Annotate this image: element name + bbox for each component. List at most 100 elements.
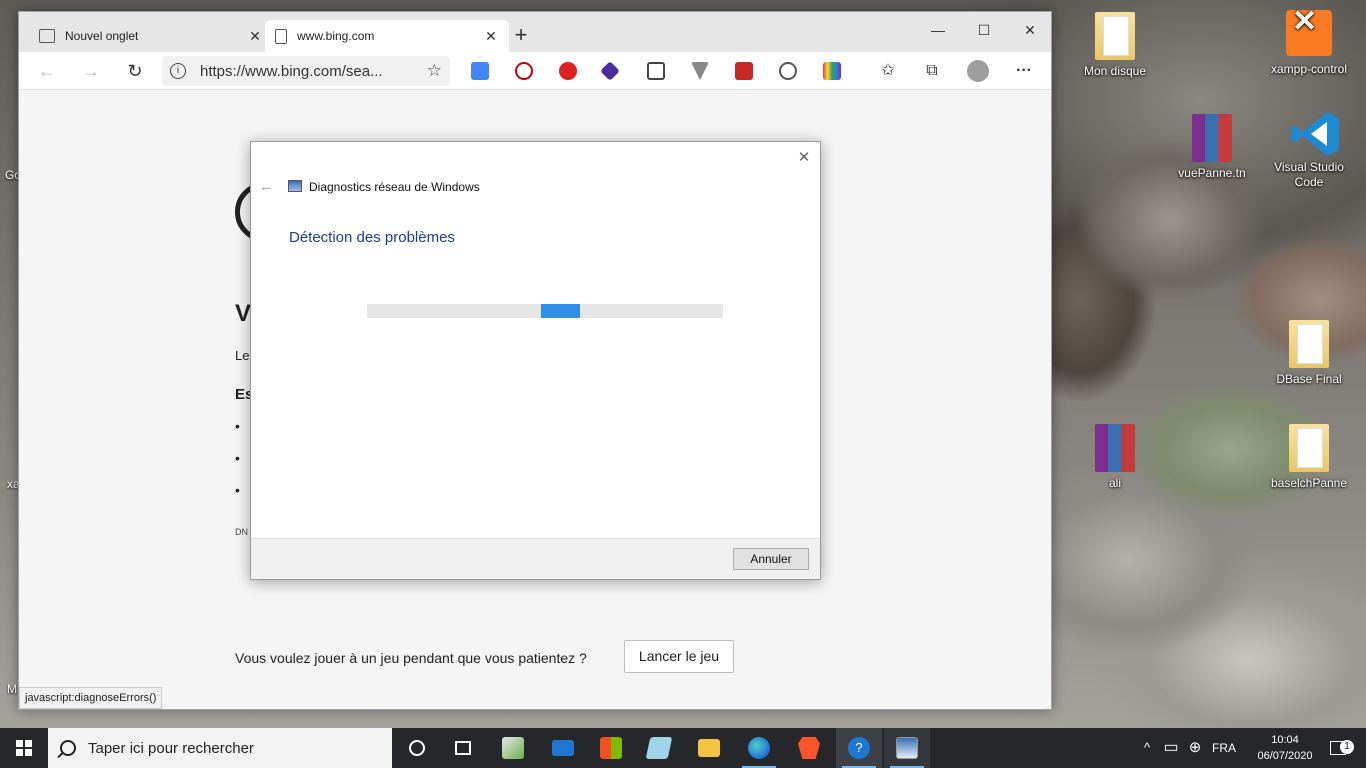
desktop-icon-vscode[interactable]: Visual Studio Code [1269,108,1349,190]
desktop-icon-mon-disque[interactable]: Mon disque [1075,12,1155,79]
page-heading: V [235,300,252,327]
taskbar-app-store[interactable] [588,728,634,768]
favorite-star-icon[interactable]: ☆ [427,61,442,81]
taskbar-search[interactable]: Taper ici pour rechercher [48,728,392,768]
tab-strip: Nouvel onglet ✕ www.bing.com ✕ + — ☐ ✕ [19,12,1051,52]
xampp-icon [1286,10,1332,56]
shield-extension-icon[interactable] [647,62,665,80]
close-dialog-button[interactable]: ✕ [796,148,812,166]
progress-indicator [541,304,580,318]
tab-nouvel-onglet[interactable]: Nouvel onglet ✕ [29,20,273,52]
list-item: • [235,450,240,466]
desktop-icon-label: xampp-control [1270,62,1348,76]
red-extension-icon[interactable] [735,62,753,80]
close-tab-icon[interactable]: ✕ [483,28,499,45]
launch-game-button[interactable]: Lancer le jeu [624,640,734,673]
desktop-icon-baselchpanne[interactable]: baselchPanne [1269,424,1349,491]
taskbar-app-notes[interactable] [636,728,682,768]
new-tab-button[interactable]: + [509,22,533,48]
site-info-icon[interactable]: i [170,63,186,79]
dialog-title: Diagnostics réseau de Windows [309,180,480,194]
desktop-icon-label: DBase Final [1276,372,1342,386]
browser-toolbar: ← → ↻ i https://www.bing.com/sea... ☆ ✩ … [19,52,1051,90]
edge-icon [748,737,770,759]
cortana-icon [409,740,425,756]
mail-icon [552,740,574,756]
close-tab-icon[interactable]: ✕ [247,28,263,45]
show-hidden-icons-chevron-icon[interactable]: ^ [1138,728,1156,768]
new-tab-page-icon [39,29,55,43]
tab-title: Nouvel onglet [65,29,139,43]
cancel-button[interactable]: Annuler [733,548,809,570]
desktop-icon-dbase-final[interactable]: DBase Final [1269,320,1349,387]
taskbar-app-edge[interactable] [736,728,782,768]
refresh-button[interactable]: ↻ [121,58,149,84]
purple-extension-icon[interactable] [600,61,620,81]
list-item: • [235,418,240,434]
desktop-icon-vuepanne[interactable]: vuePanne.tn [1172,114,1252,181]
taskbar-app-network-diagnostics[interactable] [884,728,930,768]
status-bar-url: javascript:diagnoseErrors() [19,687,163,709]
spreadsheet-app-icon [502,737,524,759]
taskbar-app-brave[interactable] [786,728,832,768]
translate-extension-icon[interactable] [471,62,489,80]
block-extension-icon[interactable] [515,62,533,80]
dialog-footer: Annuler [251,538,820,579]
close-window-button[interactable]: ✕ [1007,16,1053,44]
input-language[interactable]: FRA [1208,728,1240,768]
search-icon [60,740,76,756]
winrar-archive-icon [1095,424,1135,472]
game-prompt: Vous voulez jouer à un jeu pendant que v… [235,650,587,666]
taskbar-app-mail[interactable] [540,728,586,768]
folder-icon [1095,12,1135,60]
url-text[interactable]: https://www.bing.com/sea... [200,63,427,80]
partial-desktop-label: M [7,682,17,696]
profile-avatar[interactable] [967,60,989,82]
clock[interactable]: 10:04 06/07/2020 [1250,732,1320,764]
address-bar[interactable]: i https://www.bing.com/sea... ☆ [162,56,450,86]
progress-bar [367,304,723,318]
collections-icon[interactable]: ⧉ [921,60,943,82]
desktop-icon-ali[interactable]: ali [1075,424,1155,491]
favorites-icon[interactable]: ✩ [877,60,899,82]
cortana-button[interactable] [394,728,440,768]
winrar-archive-icon [1192,114,1232,162]
more-menu-icon[interactable]: ··· [1013,60,1035,82]
tab-title: www.bing.com [297,29,375,43]
adblock-plus-icon[interactable] [559,62,577,80]
minimize-button[interactable]: — [915,16,961,44]
taskbar-app-help[interactable]: ? [836,728,882,768]
circle-extension-icon[interactable] [779,62,797,80]
page-error-icon [275,28,287,44]
list-item: • [235,482,240,498]
network-diagnostics-icon [896,737,918,759]
folder-icon [1289,320,1329,368]
clock-date: 06/07/2020 [1257,750,1313,762]
back-arrow-icon[interactable]: ← [259,178,274,195]
taskbar-app-sheets[interactable] [490,728,536,768]
desktop-icon-label: baselchPanne [1270,476,1348,490]
error-code: DN [235,527,248,537]
vscode-icon [1289,108,1339,156]
maximize-button[interactable]: ☐ [961,16,1007,44]
network-diagnostics-dialog: ✕ ← Diagnostics réseau de Windows Détect… [250,141,821,580]
v-extension-icon[interactable] [691,62,709,80]
network-diagnostics-icon [288,180,302,192]
tab-bing[interactable]: www.bing.com ✕ [265,20,509,52]
desktop-icon-label: vuePanne.tn [1178,166,1246,180]
notification-center-icon[interactable]: 1 [1318,728,1358,768]
brave-icon [798,737,820,759]
desktop-icon-xampp-control[interactable]: xampp-control [1269,10,1349,77]
taskbar-app-explorer[interactable] [686,728,732,768]
color-extension-icon[interactable] [823,62,841,80]
notes-app-icon [645,737,673,759]
forward-button[interactable]: → [77,58,105,84]
help-icon: ? [848,737,870,759]
start-button[interactable] [0,728,48,768]
task-view-button[interactable] [440,728,486,768]
notification-count-badge: 1 [1340,740,1354,754]
back-button[interactable]: ← [33,58,61,84]
battery-icon[interactable]: ▭ [1160,728,1182,768]
clock-time: 10:04 [1271,734,1299,746]
network-globe-icon[interactable]: ⊕ [1184,728,1206,768]
